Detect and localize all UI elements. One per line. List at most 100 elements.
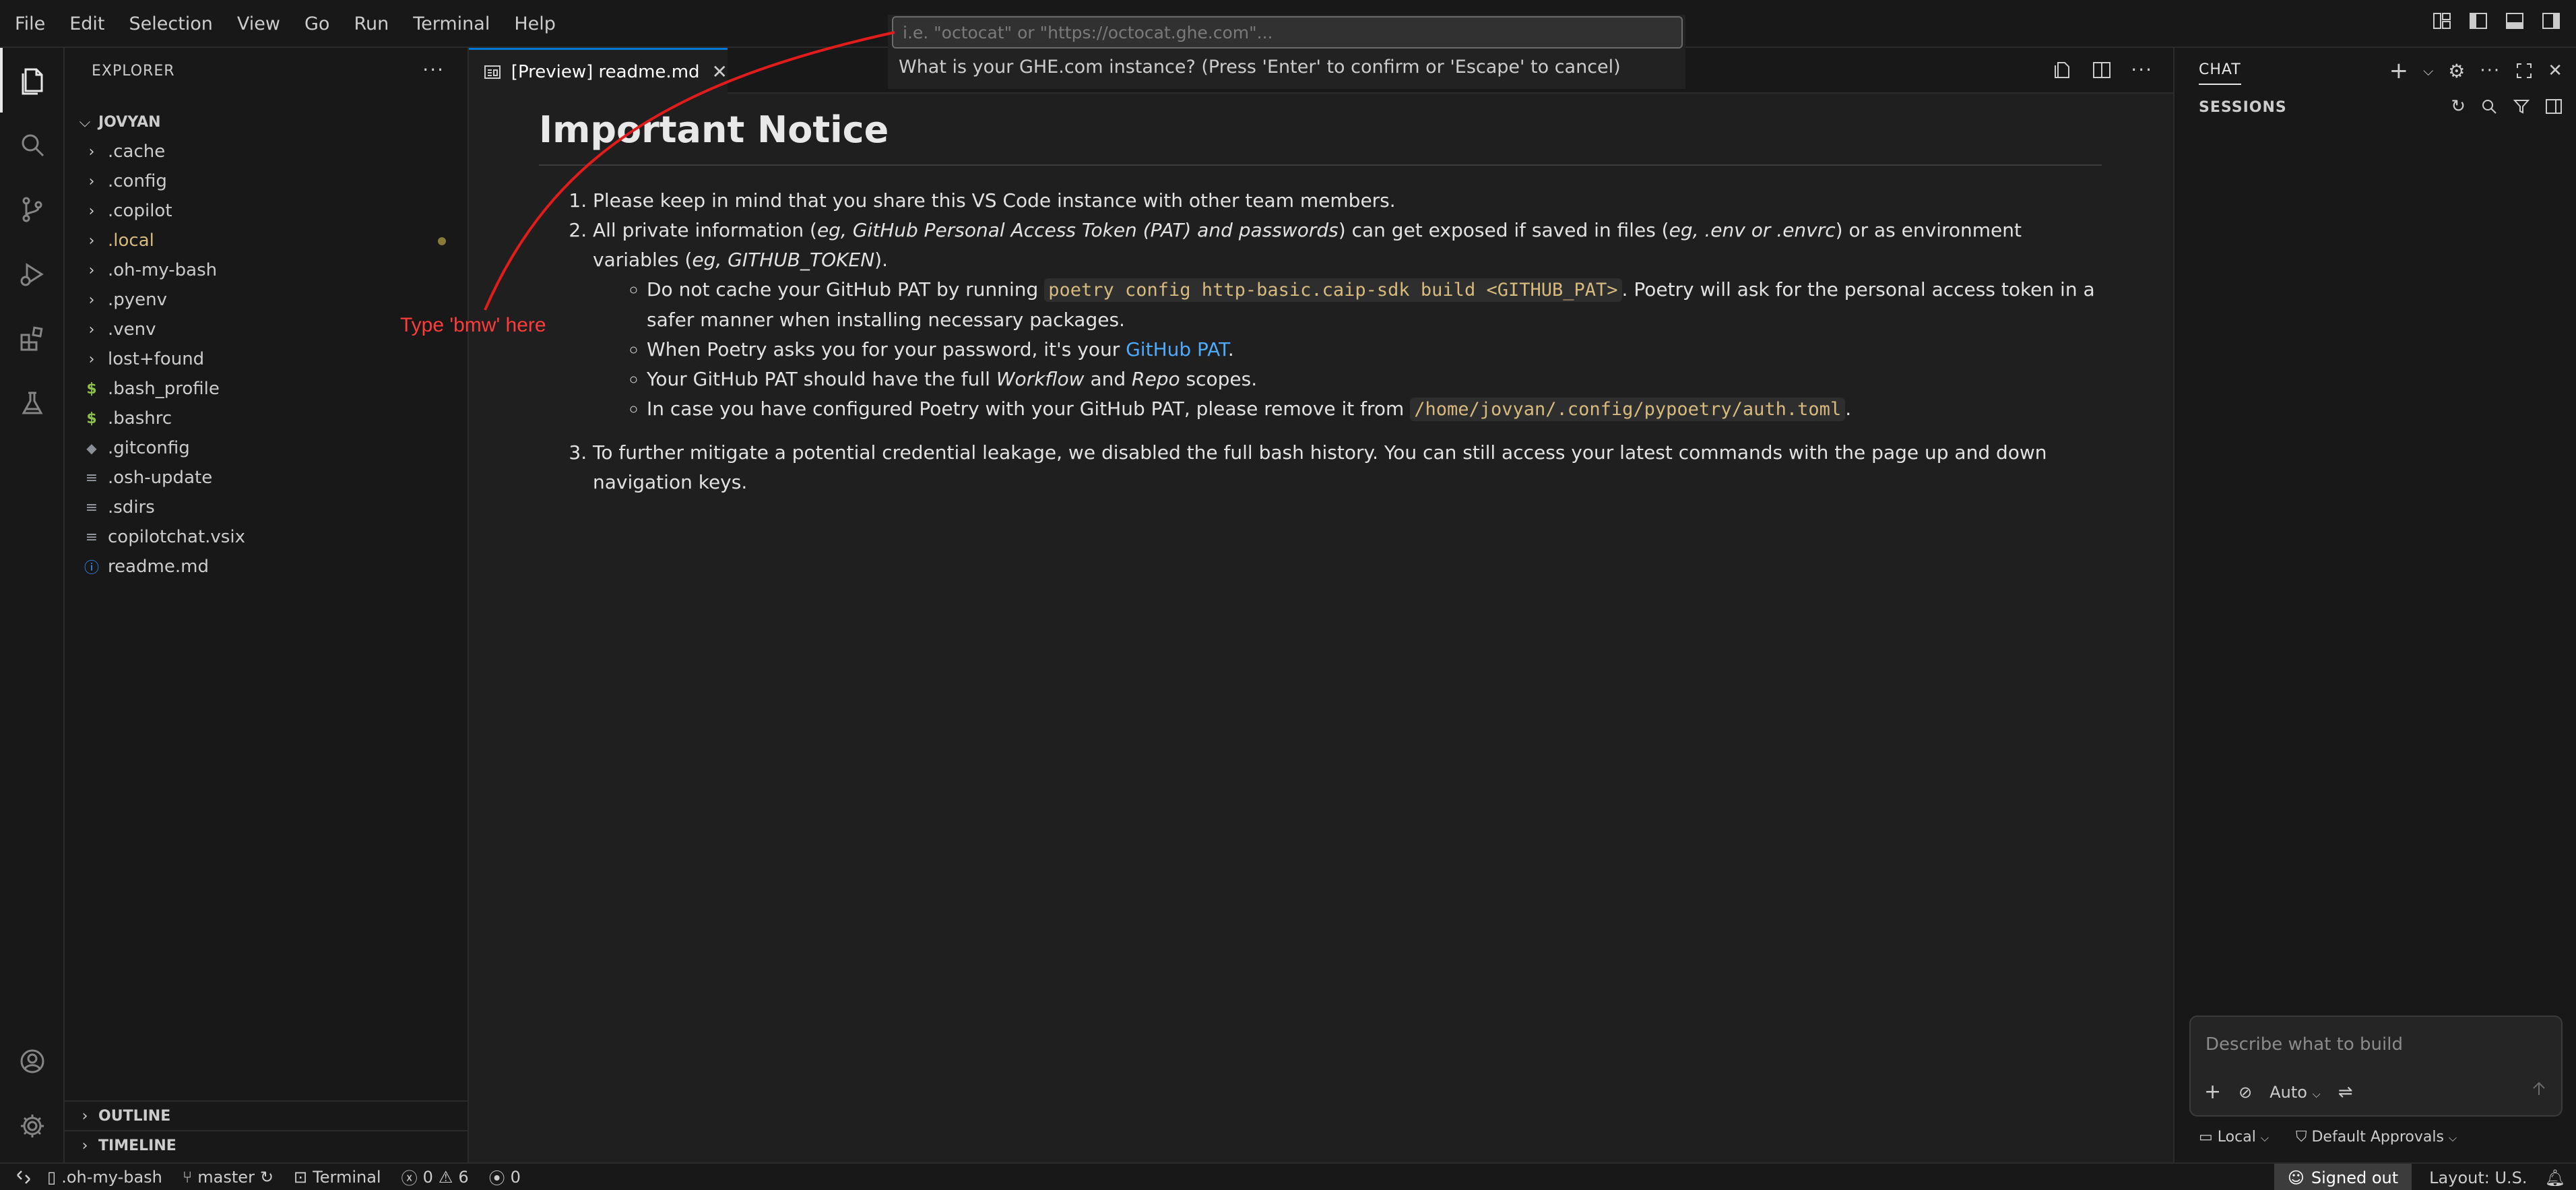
sessions-header: SESSIONS xyxy=(2199,99,2287,116)
problems-status[interactable]: ⓧ 0 ⚠ 6 xyxy=(401,1165,469,1189)
tree-folder-lost-found[interactable]: › lost+found xyxy=(65,344,469,374)
tree-folder-pyenv[interactable]: › .pyenv xyxy=(65,285,469,315)
chevron-right-icon: › xyxy=(82,1137,88,1154)
branch-status[interactable]: ⑂ master ↻ xyxy=(183,1168,273,1187)
search-icon[interactable] xyxy=(2480,98,2498,115)
preview-icon xyxy=(484,63,503,81)
remote-indicator-icon[interactable] xyxy=(0,1163,47,1190)
tree-file-sdirs[interactable]: ≡ .sdirs xyxy=(65,493,469,522)
tree-file-osh-update[interactable]: ≡ .osh-update xyxy=(65,463,469,493)
run-debug-icon[interactable] xyxy=(0,242,65,307)
send-arrow-up-icon[interactable] xyxy=(2530,1080,2548,1098)
menu-edit[interactable]: Edit xyxy=(69,13,104,34)
close-icon[interactable]: ✕ xyxy=(2548,61,2563,81)
location-picker[interactable]: ▭ Local ⌵ xyxy=(2199,1129,2269,1146)
ghe-instance-input[interactable]: i.e. "octocat" or "https://octocat.ghe.c… xyxy=(892,16,1683,49)
source-control-icon[interactable] xyxy=(0,177,65,242)
outline-section[interactable]: › OUTLINE xyxy=(65,1100,469,1130)
chat-input-tools: + ⊘ Auto ⌵ ⇌ xyxy=(2204,1080,2353,1104)
toggle-primary-sidebar-icon[interactable] xyxy=(2467,9,2490,32)
gear-icon[interactable]: ⚙ xyxy=(2448,60,2465,82)
toggle-sidebar-icon[interactable] xyxy=(2545,98,2563,115)
terminal-status[interactable]: ⊡ Terminal xyxy=(294,1168,381,1187)
explorer-icon[interactable] xyxy=(0,48,65,113)
filter-icon[interactable] xyxy=(2513,98,2530,115)
more-actions-icon[interactable]: ··· xyxy=(2480,61,2501,81)
menu-help[interactable]: Help xyxy=(514,13,556,34)
menu-view[interactable]: View xyxy=(237,13,280,34)
github-pat-link[interactable]: GitHub PAT xyxy=(1126,338,1228,361)
tree-folder-local[interactable]: › .local xyxy=(65,226,469,255)
error-icon: ⓧ xyxy=(401,1169,418,1188)
explorer-title: EXPLORER xyxy=(92,63,175,80)
copilot-signed-out-status[interactable]: ☺ Signed out xyxy=(2274,1164,2412,1190)
refresh-icon[interactable]: ↻ xyxy=(2451,96,2466,117)
extensions-icon[interactable] xyxy=(0,307,65,371)
notice-sublist: Do not cache your GitHub PAT by running … xyxy=(593,275,2102,425)
toggle-secondary-sidebar-icon[interactable] xyxy=(2540,9,2563,32)
sub-item-2: When Poetry asks you for your password, … xyxy=(647,335,2102,365)
ports-status[interactable]: ⦿ 0 xyxy=(489,1165,521,1189)
chat-tab[interactable]: CHAT xyxy=(2199,61,2241,85)
bell-icon[interactable]: 🔔︎ xyxy=(2545,1168,2565,1187)
maximize-icon[interactable] xyxy=(2515,62,2533,80)
accounts-icon[interactable] xyxy=(0,1029,65,1094)
chat-footer: ▭ Local ⌵ ⛉ Default Approvals ⌵ xyxy=(2199,1129,2457,1146)
chevron-right-icon: › xyxy=(88,350,95,368)
configure-tools-icon[interactable]: ⇌ xyxy=(2338,1082,2353,1102)
tools-icon[interactable]: ⊘ xyxy=(2239,1083,2252,1102)
explorer-sidebar: EXPLORER ··· ⌵ JOVYAN › .cache › .config ›… xyxy=(65,48,469,1162)
timeline-section[interactable]: › TIMELINE xyxy=(65,1130,469,1160)
chevron-down-icon: ⌵ xyxy=(2260,1131,2269,1144)
menu-run[interactable]: Run xyxy=(354,13,389,34)
tab-readme-preview[interactable]: [Preview] readme.md ✕ xyxy=(469,48,728,94)
keyboard-layout-status[interactable]: Layout: U.S. xyxy=(2412,1168,2544,1187)
add-context-plus-icon[interactable]: + xyxy=(2204,1080,2221,1104)
workspace-root-label: JOVYAN xyxy=(98,113,161,131)
open-source-icon[interactable] xyxy=(2053,60,2073,80)
tree-file-gitconfig[interactable]: ◆ .gitconfig xyxy=(65,433,469,463)
warning-icon: ⚠ xyxy=(438,1167,453,1187)
menu-go[interactable]: Go xyxy=(304,13,329,34)
info-file-icon: ⓘ xyxy=(84,560,99,577)
sync-icon[interactable]: ↻ xyxy=(260,1168,273,1187)
chevron-right-icon: › xyxy=(88,291,95,309)
readme-document: Important Notice Please keep in mind tha… xyxy=(539,108,2102,497)
customize-layout-icon[interactable] xyxy=(2430,9,2453,32)
close-icon[interactable]: ✕ xyxy=(712,61,728,83)
approvals-picker[interactable]: ⛉ Default Approvals ⌵ xyxy=(2296,1129,2457,1146)
layout-controls xyxy=(2430,9,2563,32)
tree-folder-copilot[interactable]: › .copilot xyxy=(65,196,469,226)
terminal-name-status[interactable]: ▯ .oh-my-bash xyxy=(47,1168,162,1187)
split-editor-icon[interactable] xyxy=(2092,60,2112,80)
tree-file-readme[interactable]: ⓘ readme.md xyxy=(65,552,469,582)
tree-folder-config[interactable]: › .config xyxy=(65,166,469,196)
tree-file-copilotchat-vsix[interactable]: ≡ copilotchat.vsix xyxy=(65,522,469,552)
explorer-more-actions-icon[interactable]: ··· xyxy=(422,59,445,81)
chat-input-placeholder: Describe what to build xyxy=(2205,1034,2403,1055)
tree-file-bash-profile[interactable]: $ .bash_profile xyxy=(65,374,469,404)
workspace-root-header[interactable]: ⌵ JOVYAN xyxy=(65,107,469,137)
chevron-down-icon: ⌵ xyxy=(79,113,91,131)
chat-input-box[interactable]: Describe what to build + ⊘ Auto ⌵ ⇌ xyxy=(2189,1015,2563,1117)
tree-folder-oh-my-bash[interactable]: › .oh-my-bash xyxy=(65,255,469,285)
manage-gear-icon[interactable] xyxy=(0,1094,65,1158)
search-icon[interactable] xyxy=(0,113,65,177)
inline-code: poetry config http-basic.caip-sdk build … xyxy=(1044,278,1622,302)
inline-code: /home/jovyan/.config/pypoetry/auth.toml xyxy=(1410,398,1846,421)
more-actions-icon[interactable]: ··· xyxy=(2131,59,2153,81)
chat-actions: + ⌵ ⚙ ··· ✕ xyxy=(2389,57,2563,84)
new-chat-plus-icon[interactable]: + xyxy=(2389,57,2409,84)
testing-icon[interactable] xyxy=(0,371,65,436)
menu-selection[interactable]: Selection xyxy=(129,13,212,34)
sub-item-3: Your GitHub PAT should have the full Wor… xyxy=(647,365,2102,394)
toggle-panel-icon[interactable] xyxy=(2503,9,2526,32)
menu-bar: File Edit Selection View Go Run Terminal… xyxy=(15,0,580,48)
annotation-label: Type 'bmw' here xyxy=(400,314,546,336)
tree-file-bashrc[interactable]: $ .bashrc xyxy=(65,404,469,433)
menu-terminal[interactable]: Terminal xyxy=(413,13,490,34)
chevron-down-icon[interactable]: ⌵ xyxy=(2423,63,2433,79)
tree-folder-cache[interactable]: › .cache xyxy=(65,137,469,166)
menu-file[interactable]: File xyxy=(15,13,45,34)
mode-picker[interactable]: Auto ⌵ xyxy=(2269,1083,2321,1102)
